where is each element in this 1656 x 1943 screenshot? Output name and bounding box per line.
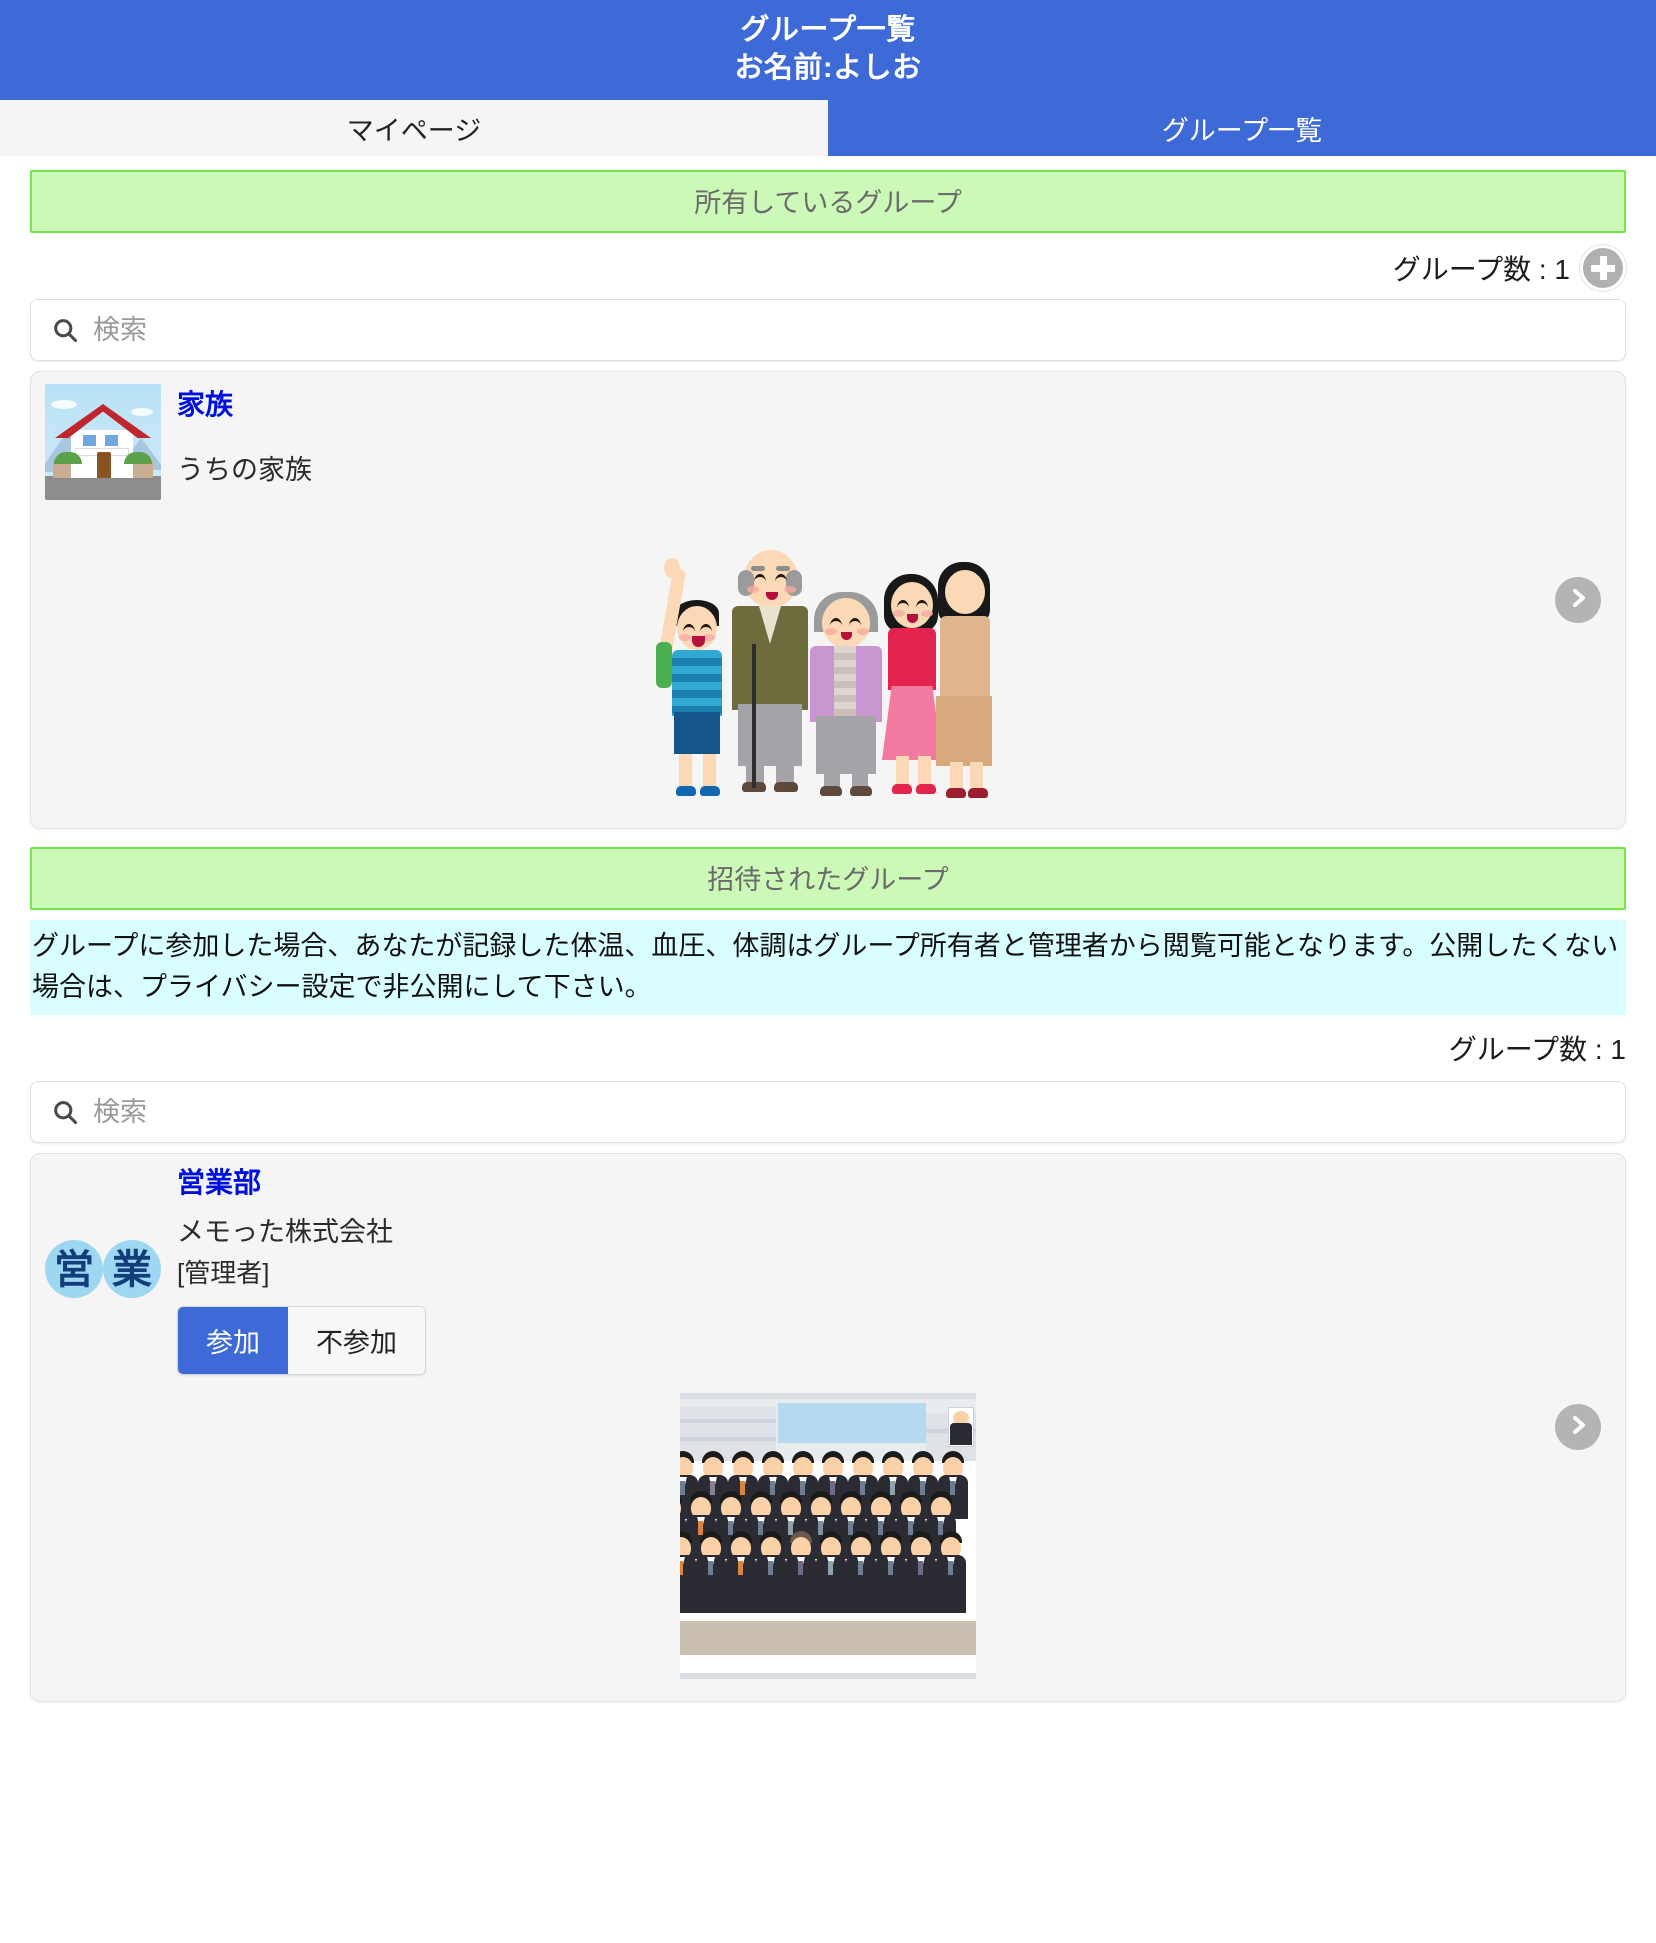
invited-groups-search-input[interactable] <box>93 1096 1605 1128</box>
group-name-link[interactable]: 営業部 <box>177 1166 426 1200</box>
invited-group-chevron-button[interactable] <box>1555 1404 1601 1451</box>
invited-groups-search-box[interactable] <box>30 1081 1626 1143</box>
eigyo-badge-thumbnail: 営 業 <box>45 1212 161 1329</box>
page-title: グループ一覧 <box>740 13 916 46</box>
company-photo-wrap <box>45 1392 1611 1679</box>
tab-group-list-label: グループ一覧 <box>1161 115 1323 146</box>
owned-groups-search-box[interactable] <box>30 299 1626 361</box>
participation-toggle: 参加 不参加 <box>177 1305 426 1375</box>
search-icon <box>51 316 79 344</box>
chevron-right-icon <box>1566 586 1590 615</box>
figure-boy <box>656 558 728 806</box>
family-illustration-wrap <box>45 518 1611 806</box>
tab-bar: マイページ グループ一覧 <box>0 100 1656 156</box>
company-group-photo <box>680 1392 976 1679</box>
decline-button[interactable]: 不参加 <box>288 1306 425 1374</box>
invited-groups-count-label: グループ数 : 1 <box>1448 1034 1626 1065</box>
group-description: メモった株式会社 <box>177 1216 393 1247</box>
add-group-button[interactable] <box>1580 245 1626 291</box>
group-description: うちの家族 <box>177 454 312 485</box>
privacy-notice: グループに参加した場合、あなたが記録した体温、血圧、体調はグループ所有者と管理者… <box>30 920 1626 1015</box>
invited-groups-banner: 招待されたグループ <box>30 847 1626 910</box>
owned-group-card-family[interactable]: 家族 うちの家族 <box>30 371 1626 829</box>
figure-grandmother <box>808 556 884 806</box>
invited-groups-count-row: グループ数 : 1 <box>0 1015 1656 1081</box>
group-role-label: [管理者] <box>177 1257 270 1288</box>
tab-group-list[interactable]: グループ一覧 <box>828 100 1656 156</box>
owned-group-chevron-button[interactable] <box>1555 577 1601 623</box>
plus-icon <box>1588 253 1618 283</box>
group-name-link[interactable]: 家族 <box>177 388 312 422</box>
owned-groups-search-input[interactable] <box>93 314 1605 346</box>
owned-groups-count-label: グループ数 : 1 <box>1392 254 1570 285</box>
sales-card-head: 営 業 営業部 メモった株式会社 [管理者] 参加 不参加 <box>45 1166 1611 1375</box>
owned-groups-banner: 所有しているグループ <box>30 170 1626 233</box>
house-thumbnail <box>45 384 161 500</box>
invited-group-card-sales[interactable]: 営 業 営業部 メモった株式会社 [管理者] 参加 不参加 <box>30 1153 1626 1702</box>
search-icon <box>51 1098 79 1126</box>
chevron-right-icon <box>1566 1413 1590 1442</box>
owned-groups-count-row: グループ数 : 1 <box>0 233 1656 299</box>
figure-grandfather <box>728 536 812 806</box>
tab-my-page-label: マイページ <box>346 115 482 146</box>
app-header: グループ一覧 お名前:よしお <box>0 0 1656 100</box>
tab-my-page[interactable]: マイページ <box>0 100 828 156</box>
sales-card-titles: 営業部 メモった株式会社 [管理者] 参加 不参加 <box>177 1166 426 1375</box>
family-card-head: 家族 うちの家族 <box>45 384 1611 500</box>
family-card-titles: 家族 うちの家族 <box>177 384 312 487</box>
join-button[interactable]: 参加 <box>178 1306 288 1374</box>
owned-groups-search-wrap <box>30 299 1626 361</box>
family-illustration <box>648 518 1008 806</box>
invited-groups-search-wrap <box>30 1081 1626 1143</box>
figure-woman <box>936 554 994 806</box>
user-name-label: お名前:よしお <box>734 52 922 84</box>
